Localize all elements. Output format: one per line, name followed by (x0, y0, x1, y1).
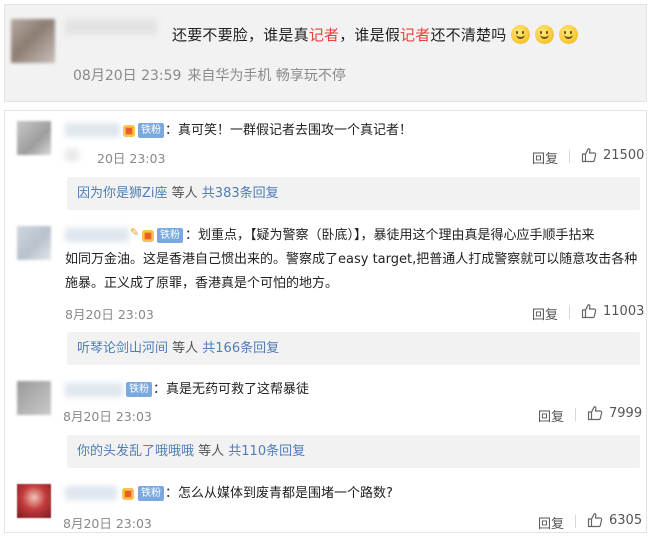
reply-button[interactable]: 回复 (532, 148, 558, 167)
comment-text: ：划重点，【疑为警察（卧底）】，暴徒用这个理由真是得心应手顺手拈来 (185, 228, 595, 243)
replies-connector: 等人 (194, 444, 229, 459)
comment-text: ：真可笑！一群假记者去围攻一个真记者！ (165, 123, 413, 138)
username-blurred[interactable] (65, 123, 120, 137)
avatar[interactable] (17, 484, 51, 518)
post-text-highlight: 记者 (400, 26, 431, 44)
reply-button[interactable]: 回复 (532, 304, 558, 323)
reply-count-link[interactable]: 共110条回复 (228, 444, 305, 459)
fan-badge: 铁粉 (138, 123, 164, 138)
comment-list: 铁粉 ：真可笑！一群假记者去围攻一个真记者！ 20日 23:03 回复 2150… (4, 110, 647, 533)
divider (575, 408, 576, 421)
avatar[interactable] (17, 121, 51, 155)
post-text-part: 还不清楚吗 (430, 26, 507, 44)
reply-count-link[interactable]: 共166条回复 (202, 341, 279, 356)
username-blurred (65, 19, 157, 35)
comment-text: ：怎么从媒体到废青都是围堵一个路数? (165, 486, 393, 501)
thumbs-up-icon[interactable] (587, 512, 603, 528)
avatar[interactable] (17, 226, 51, 260)
post-meta: 08月20日 23:59 来自华为手机 畅享玩不停 (73, 65, 352, 85)
reply-users-link[interactable]: 因为你是狮Zi座 (77, 186, 168, 201)
fan-badge: 铁粉 (138, 486, 164, 501)
comment-item: 铁粉 ：真可笑！一群假记者去围攻一个真记者！ 20日 23:03 回复 2150… (5, 111, 646, 210)
post-source[interactable]: 来自华为手机 畅享玩不停 (187, 68, 345, 84)
reply-button[interactable]: 回复 (538, 406, 564, 425)
post-text: 还要不要脸，谁是真记者，谁是假记者还不清楚吗 (172, 24, 579, 45)
smile-emoji-icon (559, 25, 579, 44)
comment-item: 铁粉 ：怎么从媒体到废青都是围堵一个路数? 8月20日 23:03 回复 630… (5, 476, 646, 532)
divider (569, 306, 570, 319)
username-blurred[interactable] (65, 383, 123, 397)
comment-text: ：真是无药可救了这帮暴徒 (153, 382, 310, 397)
username-blurred[interactable] (65, 228, 129, 242)
divider (569, 150, 570, 163)
post-text-highlight: 记者 (308, 26, 340, 44)
fan-badge: 铁粉 (126, 382, 152, 397)
reply-users-link[interactable]: 听琴论剑山河间 (77, 341, 168, 356)
date-blurred (65, 149, 79, 161)
replies-summary[interactable]: 听琴论剑山河间 等人 共166条回复 (67, 332, 640, 365)
reply-users-link[interactable]: 你的头发乱了哦哦哦 (77, 444, 194, 459)
post-text-part: 还要不要脸，谁是真 (172, 26, 309, 44)
post-date: 08月20日 23:59 (73, 68, 182, 84)
like-count: 11003 (603, 304, 645, 319)
comment-text: 如同万金油。这是香港自己惯出来的。警察成了easy target,把普通人打成警… (65, 252, 638, 267)
replies-summary[interactable]: 因为你是狮Zi座 等人 共383条回复 (67, 177, 640, 210)
reply-button[interactable]: 回复 (538, 513, 564, 532)
vip-icon (142, 230, 154, 242)
vip-icon (123, 125, 135, 137)
comment-time: 20日 23:03 (97, 151, 166, 166)
comment-time: 8月20日 23:03 (65, 307, 154, 322)
divider (575, 515, 576, 528)
replies-connector: 等人 (168, 341, 203, 356)
top-post: 还要不要脸，谁是真记者，谁是假记者还不清楚吗 08月20日 23:59 来自华为手… (4, 4, 647, 102)
like-count: 6305 (609, 513, 643, 528)
thumbs-up-icon[interactable] (587, 405, 603, 421)
smile-emoji-icon (511, 25, 531, 44)
like-count: 7999 (609, 406, 643, 421)
replies-summary[interactable]: 你的头发乱了哦哦哦 等人 共110条回复 (67, 435, 640, 468)
replies-connector: 等人 (167, 186, 202, 201)
like-count: 21500 (603, 148, 645, 163)
thumbs-up-icon[interactable] (581, 147, 597, 163)
comment-text: 施暴。正义成了原罪，香港真是个可怕的地方。 (65, 276, 339, 291)
username-blurred[interactable] (65, 486, 117, 500)
avatar[interactable] (11, 19, 55, 63)
comment-time: 8月20日 23:03 (63, 409, 152, 424)
thumbs-up-icon[interactable] (581, 303, 597, 319)
comment-item: 铁粉 ：真是无药可救了这帮暴徒 8月20日 23:03 回复 7999 你的头发… (5, 373, 646, 469)
smile-emoji-icon (535, 25, 555, 44)
vip-icon (122, 488, 134, 500)
avatar[interactable] (17, 381, 51, 415)
comment-time: 8月20日 23:03 (63, 516, 152, 531)
reply-count-link[interactable]: 共383条回复 (202, 186, 279, 201)
pencil-icon: ✎ (130, 226, 140, 239)
post-text-part: ，谁是假 (339, 26, 401, 44)
fan-badge: 铁粉 (157, 228, 183, 243)
comment-item: ✎ 铁粉 ：划重点，【疑为警察（卧底）】，暴徒用这个理由真是得心应手顺手拈来 如… (5, 216, 646, 366)
